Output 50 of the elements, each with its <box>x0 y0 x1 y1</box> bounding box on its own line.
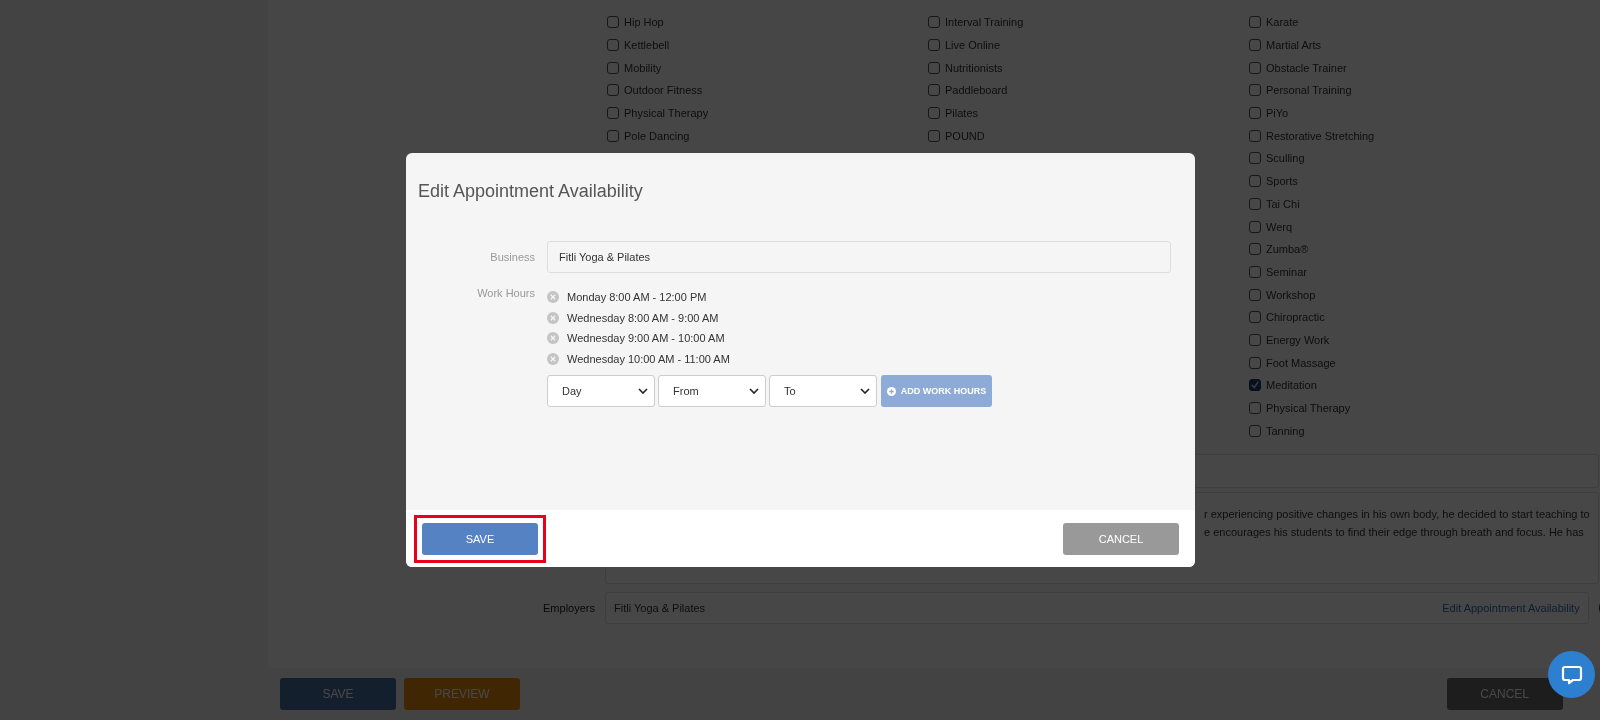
checkbox-label: Karate <box>1266 16 1299 29</box>
checkbox-label: Pole Dancing <box>624 129 690 142</box>
remove-icon[interactable] <box>547 291 559 304</box>
checkbox-label: Workshop <box>1266 288 1316 301</box>
checkbox-label: PiYo <box>1266 107 1289 120</box>
save-button[interactable]: SAVE <box>422 522 538 555</box>
checkbox-label: Sculling <box>1266 152 1305 165</box>
checkbox-label: Zumba® <box>1266 243 1309 256</box>
chat-button[interactable] <box>1548 651 1595 698</box>
chevron-down-icon <box>638 388 648 394</box>
cancel-button[interactable]: CANCEL <box>1063 522 1179 555</box>
work-hours-entry: Monday 8:00 AM - 12:00 PM <box>567 291 707 304</box>
checkbox-label: Werq <box>1266 220 1293 233</box>
remove-icon[interactable] <box>547 352 559 365</box>
checkbox-label: Chiropractic <box>1266 311 1325 324</box>
chevron-down-icon <box>749 388 759 394</box>
work-hours-entry: Wednesday 9:00 AM - 10:00 AM <box>567 332 725 345</box>
employer-name: Fitli Yoga & Pilates <box>614 602 706 615</box>
chevron-down-icon <box>860 388 870 394</box>
checkbox-label: Martial Arts <box>1266 39 1321 52</box>
modal-title: Edit Appointment Availability <box>417 180 644 203</box>
from-select[interactable]: From <box>658 375 766 407</box>
checkbox-label: Seminar <box>1266 265 1307 278</box>
to-select[interactable]: To <box>769 375 877 407</box>
field-label: Employers <box>542 602 595 615</box>
remove-icon[interactable] <box>547 311 559 324</box>
plus-circle-icon <box>886 386 896 396</box>
work-hours-entry: Wednesday 8:00 AM - 9:00 AM <box>567 311 719 324</box>
field-label: Work Hours <box>476 287 535 301</box>
day-select[interactable]: Day <box>547 375 655 407</box>
field-label: Business <box>489 250 535 265</box>
checkbox-label: Mobility <box>624 61 662 74</box>
checkbox-label: Hip Hop <box>624 16 664 29</box>
checkbox-label: Paddleboard <box>945 84 1008 97</box>
checkbox-label: Energy Work <box>1266 333 1330 346</box>
checkbox-label: Tanning <box>1266 424 1305 437</box>
checkbox-label: Interval Training <box>945 16 1024 29</box>
remove-icon[interactable] <box>547 332 559 345</box>
business-field[interactable]: Fitli Yoga & Pilates <box>547 241 1171 273</box>
checkbox-label: Sports <box>1266 175 1298 188</box>
checkbox-label: POUND <box>945 129 985 142</box>
checkbox-label: Kettlebell <box>624 39 670 52</box>
add-work-hours-button[interactable]: ADD WORK HOURS <box>881 375 992 407</box>
checkbox-label: Pilates <box>945 107 979 120</box>
work-hours-entry: Wednesday 10:00 AM - 11:00 AM <box>567 352 730 365</box>
checkbox-label: Outdoor Fitness <box>624 84 703 97</box>
checkbox-label: Foot Massage <box>1266 356 1336 369</box>
checkbox-label: Nutritionists <box>945 61 1003 74</box>
checkbox-label: Personal Training <box>1266 84 1352 97</box>
checkbox-label: Meditation <box>1266 379 1317 392</box>
